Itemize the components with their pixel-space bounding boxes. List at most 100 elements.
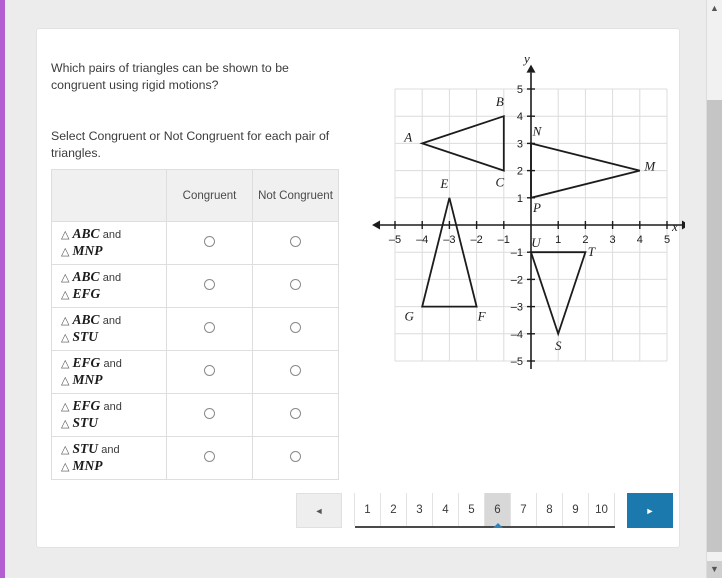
page-button-7[interactable]: 7 bbox=[510, 493, 537, 526]
scroll-down-arrow-icon[interactable]: ▼ bbox=[707, 561, 722, 578]
page-button-4[interactable]: 4 bbox=[432, 493, 459, 526]
radio-cell-congruent[interactable] bbox=[166, 264, 253, 308]
page-root: Which pairs of triangles can be shown to… bbox=[0, 0, 722, 578]
radio-not-congruent-row-2[interactable] bbox=[290, 279, 301, 290]
triangle-icon: △ bbox=[61, 375, 70, 387]
page-button-5[interactable]: 5 bbox=[458, 493, 485, 526]
page-button-3[interactable]: 3 bbox=[406, 493, 433, 526]
radio-not-congruent-row-4[interactable] bbox=[290, 365, 301, 376]
radio-not-congruent-row-3[interactable] bbox=[290, 322, 301, 333]
radio-cell-not-congruent[interactable] bbox=[252, 436, 339, 480]
vertex-label-B: B bbox=[496, 94, 504, 109]
and-word: and bbox=[101, 444, 120, 456]
y-tick-label: 5 bbox=[517, 84, 523, 96]
radio-congruent-row-4[interactable] bbox=[204, 365, 215, 376]
radio-cell-not-congruent[interactable] bbox=[252, 393, 339, 437]
radio-cell-congruent[interactable] bbox=[166, 307, 253, 351]
triangle-first-name: STU bbox=[72, 441, 98, 456]
radio-congruent-row-3[interactable] bbox=[204, 322, 215, 333]
radio-cell-not-congruent[interactable] bbox=[252, 307, 339, 351]
y-tick-label: 1 bbox=[517, 193, 523, 205]
triangle-icon: △ bbox=[61, 229, 70, 241]
triangle-second-name: STU bbox=[72, 415, 98, 430]
y-tick-label: 2 bbox=[517, 166, 523, 178]
page-button-1[interactable]: 1 bbox=[354, 493, 381, 526]
radio-cell-not-congruent[interactable] bbox=[252, 221, 339, 265]
and-word: and bbox=[102, 229, 122, 241]
triangle-second-name: MNP bbox=[72, 458, 103, 473]
table-header-row: Congruent Not Congruent bbox=[51, 169, 339, 222]
radio-cell-congruent[interactable] bbox=[166, 221, 253, 265]
triangle-first-name: EFG bbox=[72, 398, 101, 413]
x-tick-label: 3 bbox=[610, 234, 616, 246]
y-tick-label: –5 bbox=[511, 356, 523, 368]
header-congruent: Congruent bbox=[166, 169, 253, 222]
triangle-pair-label: △ ABC and △ STU bbox=[51, 307, 167, 351]
next-page-button[interactable]: ► bbox=[627, 493, 673, 528]
triangle-first-name: EFG bbox=[72, 355, 101, 370]
x-tick-label: –2 bbox=[470, 234, 482, 246]
vertex-label-C: C bbox=[495, 175, 504, 190]
coordinate-plane-svg: –5 –4 –3 –2 –1 1 2 3 4 554321–1–2–3–4–5 ABCNMPEFG… bbox=[372, 51, 690, 386]
y-axis-label: y bbox=[522, 51, 530, 66]
radio-cell-congruent[interactable] bbox=[166, 393, 253, 437]
y-tick-label: –3 bbox=[511, 302, 523, 314]
page-button-8[interactable]: 8 bbox=[536, 493, 563, 526]
page-button-9[interactable]: 9 bbox=[562, 493, 589, 526]
header-not-congruent: Not Congruent bbox=[252, 169, 339, 222]
triangle-icon: △ bbox=[61, 315, 70, 327]
triangle-icon: △ bbox=[61, 289, 70, 301]
page-button-2[interactable]: 2 bbox=[380, 493, 407, 526]
page-number-list: 1 2 3 4 5 6 7 8 9 10 bbox=[354, 493, 615, 528]
radio-not-congruent-row-6[interactable] bbox=[290, 451, 301, 462]
table-row: △ EFG and △ STU bbox=[51, 393, 339, 437]
page-button-6[interactable]: 6 bbox=[484, 493, 511, 526]
radio-congruent-row-6[interactable] bbox=[204, 451, 215, 462]
vertical-scrollbar[interactable]: ▲ ▼ bbox=[706, 0, 722, 578]
triangle-first-name: ABC bbox=[72, 312, 100, 327]
page-button-10[interactable]: 10 bbox=[588, 493, 615, 526]
y-tick-label: –1 bbox=[511, 247, 523, 259]
previous-page-button[interactable]: ◄ bbox=[296, 493, 342, 528]
triangle-second-name: STU bbox=[72, 329, 98, 344]
table-body: △ ABC and △ MNP △ ABC and △ EFG △ ABC and △ STU △ EFG… bbox=[51, 221, 339, 480]
triangle-pair-label: △ ABC and △ MNP bbox=[51, 221, 167, 265]
x-tick-label: 5 bbox=[664, 234, 670, 246]
y-tick-label: –2 bbox=[511, 274, 523, 286]
triangle-second-name: MNP bbox=[72, 372, 103, 387]
triangle-icon: △ bbox=[61, 418, 70, 430]
pagination-bar: ◄ 1 2 3 4 5 6 7 8 9 10 ► bbox=[296, 493, 673, 528]
radio-not-congruent-row-5[interactable] bbox=[290, 408, 301, 419]
question-instruction: Select Congruent or Not Congruent for ea… bbox=[51, 129, 330, 160]
scroll-up-arrow-icon[interactable]: ▲ bbox=[707, 0, 722, 17]
triangle-icon: △ bbox=[61, 444, 70, 456]
triangle-icon: △ bbox=[61, 358, 70, 370]
triangle-pair-label: △ EFG and △ MNP bbox=[51, 350, 167, 394]
vertex-label-P: P bbox=[532, 200, 541, 215]
x-tick-label: 1 bbox=[555, 234, 561, 246]
x-tick-label: –5 bbox=[389, 234, 401, 246]
vertex-label-N: N bbox=[532, 123, 543, 138]
triangle-icon: △ bbox=[61, 332, 70, 344]
left-accent-rail bbox=[0, 0, 5, 578]
x-tick-label: –3 bbox=[443, 234, 455, 246]
radio-cell-not-congruent[interactable] bbox=[252, 350, 339, 394]
vertex-label-M: M bbox=[643, 159, 656, 174]
radio-cell-congruent[interactable] bbox=[166, 350, 253, 394]
x-tick-label: –1 bbox=[498, 234, 510, 246]
radio-cell-not-congruent[interactable] bbox=[252, 264, 339, 308]
table-row: △ STU and △ MNP bbox=[51, 436, 339, 480]
radio-congruent-row-2[interactable] bbox=[204, 279, 215, 290]
x-tick-label: 4 bbox=[637, 234, 643, 246]
triangle-first-name: ABC bbox=[72, 226, 100, 241]
table-row: △ ABC and △ STU bbox=[51, 307, 339, 351]
congruence-answer-table: Congruent Not Congruent △ ABC and △ MNP △ ABC… bbox=[51, 169, 339, 480]
radio-not-congruent-row-1[interactable] bbox=[290, 236, 301, 247]
y-tick-label: 3 bbox=[517, 138, 523, 150]
and-word: and bbox=[103, 358, 122, 370]
scrollbar-thumb[interactable] bbox=[707, 100, 722, 552]
radio-congruent-row-5[interactable] bbox=[204, 408, 215, 419]
vertex-label-E: E bbox=[439, 176, 448, 191]
radio-congruent-row-1[interactable] bbox=[204, 236, 215, 247]
radio-cell-congruent[interactable] bbox=[166, 436, 253, 480]
